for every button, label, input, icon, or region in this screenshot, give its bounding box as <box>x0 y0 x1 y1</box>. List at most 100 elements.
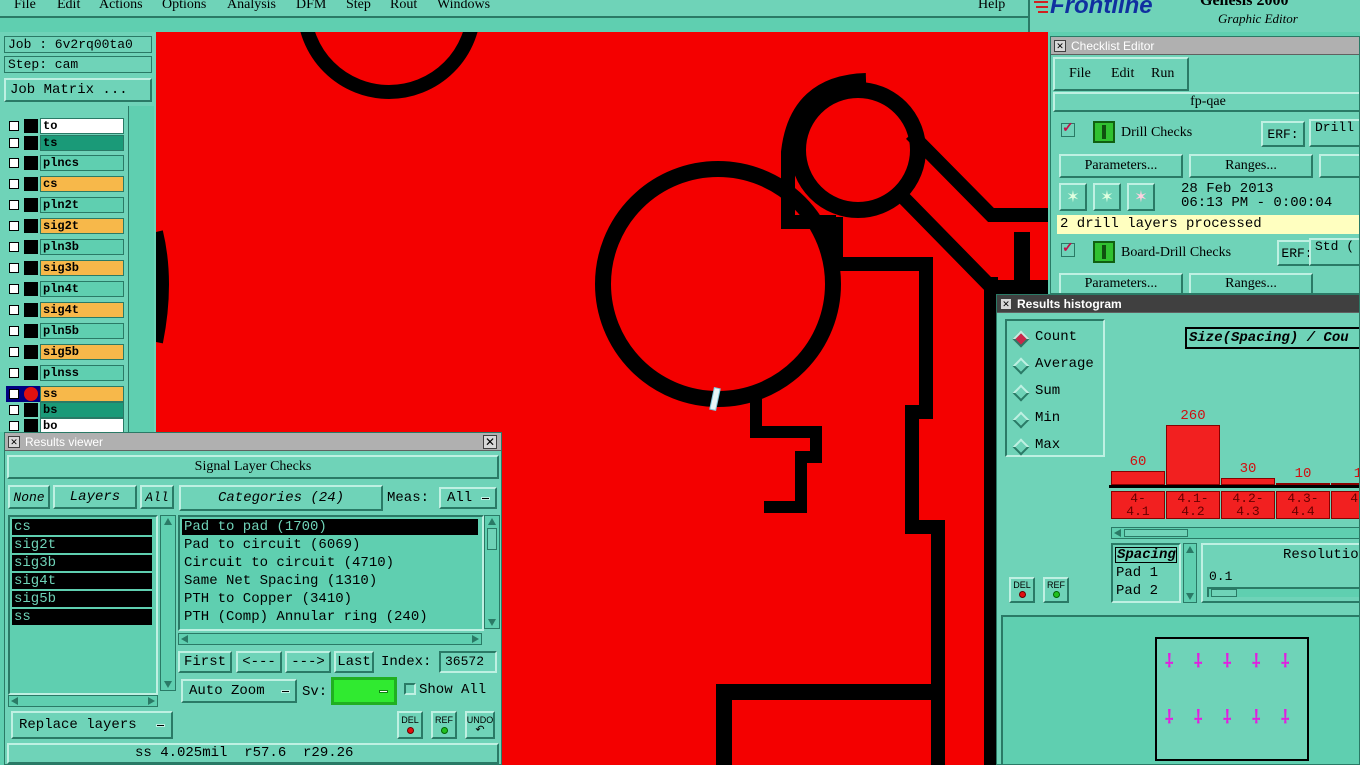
menu-step[interactable]: Step <box>346 0 371 13</box>
first-button[interactable]: First <box>178 651 232 673</box>
histogram-hscroll[interactable] <box>1111 527 1359 539</box>
window-menu-icon[interactable]: ✕ <box>8 436 20 448</box>
slider-thumb[interactable] <box>1211 589 1237 597</box>
layer-result-item[interactable]: ss <box>12 609 152 625</box>
sum-radio[interactable] <box>1012 384 1030 402</box>
categories-button[interactable]: Categories (24) <box>179 485 383 511</box>
layer-visibility-checkbox[interactable] <box>9 347 19 357</box>
replace-layers-select[interactable]: Replace layers <box>11 711 173 739</box>
layer-row-sig4t[interactable]: sig4t <box>6 302 124 318</box>
histogram-bar[interactable] <box>1276 483 1330 485</box>
layer-name[interactable]: sig2t <box>40 218 124 234</box>
check-2-erf-value[interactable]: Std ( <box>1309 238 1359 266</box>
layer-name[interactable]: bs <box>40 402 124 418</box>
layer-list-vscroll[interactable] <box>160 515 176 691</box>
layer-row-pln3b[interactable]: pln3b <box>6 239 124 255</box>
category-item[interactable]: Same Net Spacing (1310) <box>182 573 478 589</box>
index-input[interactable]: 36572 <box>439 651 497 673</box>
layer-row-bs[interactable]: bs <box>6 402 124 418</box>
job-matrix-button[interactable]: Job Matrix ... <box>4 78 152 102</box>
scroll-up-icon[interactable] <box>164 518 172 525</box>
measure-item-pad2[interactable]: Pad 2 <box>1116 583 1158 599</box>
bin-range-label[interactable]: 4.3- 4.4 <box>1276 491 1330 519</box>
scroll-up-icon[interactable] <box>488 518 496 525</box>
layer-row-cs[interactable]: cs <box>6 176 124 192</box>
ce-menu-run[interactable]: Run <box>1151 66 1174 82</box>
window-menu-icon[interactable]: ✕ <box>1000 298 1012 310</box>
run-select-icon[interactable]: ✶ <box>1093 183 1121 211</box>
bin-range-label[interactable]: 4.1- 4.2 <box>1166 491 1220 519</box>
layer-visibility-checkbox[interactable] <box>9 242 19 252</box>
layer-row-plncs[interactable]: plncs <box>6 155 124 171</box>
max-radio[interactable] <box>1012 438 1030 456</box>
layer-visibility-checkbox[interactable] <box>9 368 19 378</box>
layer-visibility-checkbox[interactable] <box>9 179 19 189</box>
check-1-ranges-button[interactable]: Ranges... <box>1189 154 1313 178</box>
layer-row-ss[interactable]: ss <box>6 386 124 402</box>
next-button[interactable]: ---> <box>285 651 331 673</box>
histogram-bar[interactable] <box>1111 471 1165 485</box>
auto-zoom-select[interactable]: Auto Zoom <box>181 679 297 703</box>
layer-name[interactable]: sig4t <box>40 302 124 318</box>
check-1-parameters-button[interactable]: Parameters... <box>1059 154 1183 178</box>
check-1-extra-button[interactable] <box>1319 154 1359 178</box>
layer-result-item[interactable]: sig3b <box>12 555 152 571</box>
last-button[interactable]: Last <box>334 651 374 673</box>
resolution-slider[interactable] <box>1207 587 1359 597</box>
layer-name[interactable]: pln2t <box>40 197 124 213</box>
scroll-right-icon[interactable] <box>472 635 479 643</box>
checklist-editor-titlebar[interactable]: ✕ Checklist Editor <box>1051 37 1359 55</box>
layer-result-item[interactable]: sig5b <box>12 591 152 607</box>
menu-dfm[interactable]: DFM <box>296 0 326 13</box>
scroll-left-icon[interactable] <box>181 635 188 643</box>
layer-name[interactable]: sig3b <box>40 260 124 276</box>
severity-select[interactable] <box>331 677 397 705</box>
scroll-down-icon[interactable] <box>488 619 496 626</box>
layer-row-ts[interactable]: ts <box>6 135 124 151</box>
hist-ref-button[interactable]: REF <box>1043 577 1069 603</box>
histogram-bar[interactable] <box>1331 483 1359 485</box>
layer-list-scrollbar[interactable] <box>128 106 154 432</box>
layer-visibility-checkbox[interactable] <box>9 405 19 415</box>
measure-item-pad1[interactable]: Pad 1 <box>1116 565 1158 581</box>
layer-visibility-checkbox[interactable] <box>9 221 19 231</box>
layer-name[interactable]: pln5b <box>40 323 124 339</box>
check-2-ranges-button[interactable]: Ranges... <box>1189 273 1313 293</box>
menu-windows[interactable]: Windows <box>437 0 490 13</box>
scroll-left-icon[interactable] <box>1114 529 1121 537</box>
run-icon[interactable]: ✶ <box>1059 183 1087 211</box>
layer-name[interactable]: plncs <box>40 155 124 171</box>
layer-row-plnss[interactable]: plnss <box>6 365 124 381</box>
menu-help[interactable]: Help <box>978 0 1005 13</box>
measure-item-spacing[interactable]: Spacing <box>1115 547 1177 563</box>
bin-range-label[interactable]: 4.2- 4.3 <box>1221 491 1275 519</box>
layer-row-to[interactable]: to <box>6 118 124 134</box>
menu-edit[interactable]: Edit <box>57 0 80 13</box>
scroll-thumb[interactable] <box>1124 529 1188 537</box>
histogram-bar[interactable] <box>1221 478 1275 485</box>
meas-select[interactable]: All <box>439 487 497 509</box>
layer-name[interactable]: cs <box>40 176 124 192</box>
scroll-thumb[interactable] <box>487 528 497 550</box>
layer-result-item[interactable]: sig4t <box>12 573 152 589</box>
ref-button[interactable]: REF <box>431 711 457 739</box>
ce-menu-edit[interactable]: Edit <box>1111 66 1134 82</box>
results-viewer-titlebar[interactable]: ✕ Results viewer ✕ <box>5 433 501 451</box>
del-button[interactable]: DEL <box>397 711 423 739</box>
average-radio[interactable] <box>1012 357 1030 375</box>
category-list-vscroll[interactable] <box>484 515 500 629</box>
count-radio[interactable] <box>1012 330 1030 348</box>
layer-visibility-checkbox[interactable] <box>9 305 19 315</box>
bin-range-label[interactable]: 4- 4.1 <box>1111 491 1165 519</box>
close-icon[interactable]: ✕ <box>483 435 497 449</box>
layer-row-pln4t[interactable]: pln4t <box>6 281 124 297</box>
layer-name[interactable]: pln3b <box>40 239 124 255</box>
layer-visibility-checkbox[interactable] <box>9 326 19 336</box>
layer-row-sig5b[interactable]: sig5b <box>6 344 124 360</box>
layer-name[interactable]: plnss <box>40 365 124 381</box>
menu-file[interactable]: File <box>14 0 36 13</box>
layer-visibility-checkbox[interactable] <box>9 138 19 148</box>
hist-del-button[interactable]: DEL <box>1009 577 1035 603</box>
layer-name[interactable]: sig5b <box>40 344 124 360</box>
menu-analysis[interactable]: Analysis <box>227 0 276 13</box>
